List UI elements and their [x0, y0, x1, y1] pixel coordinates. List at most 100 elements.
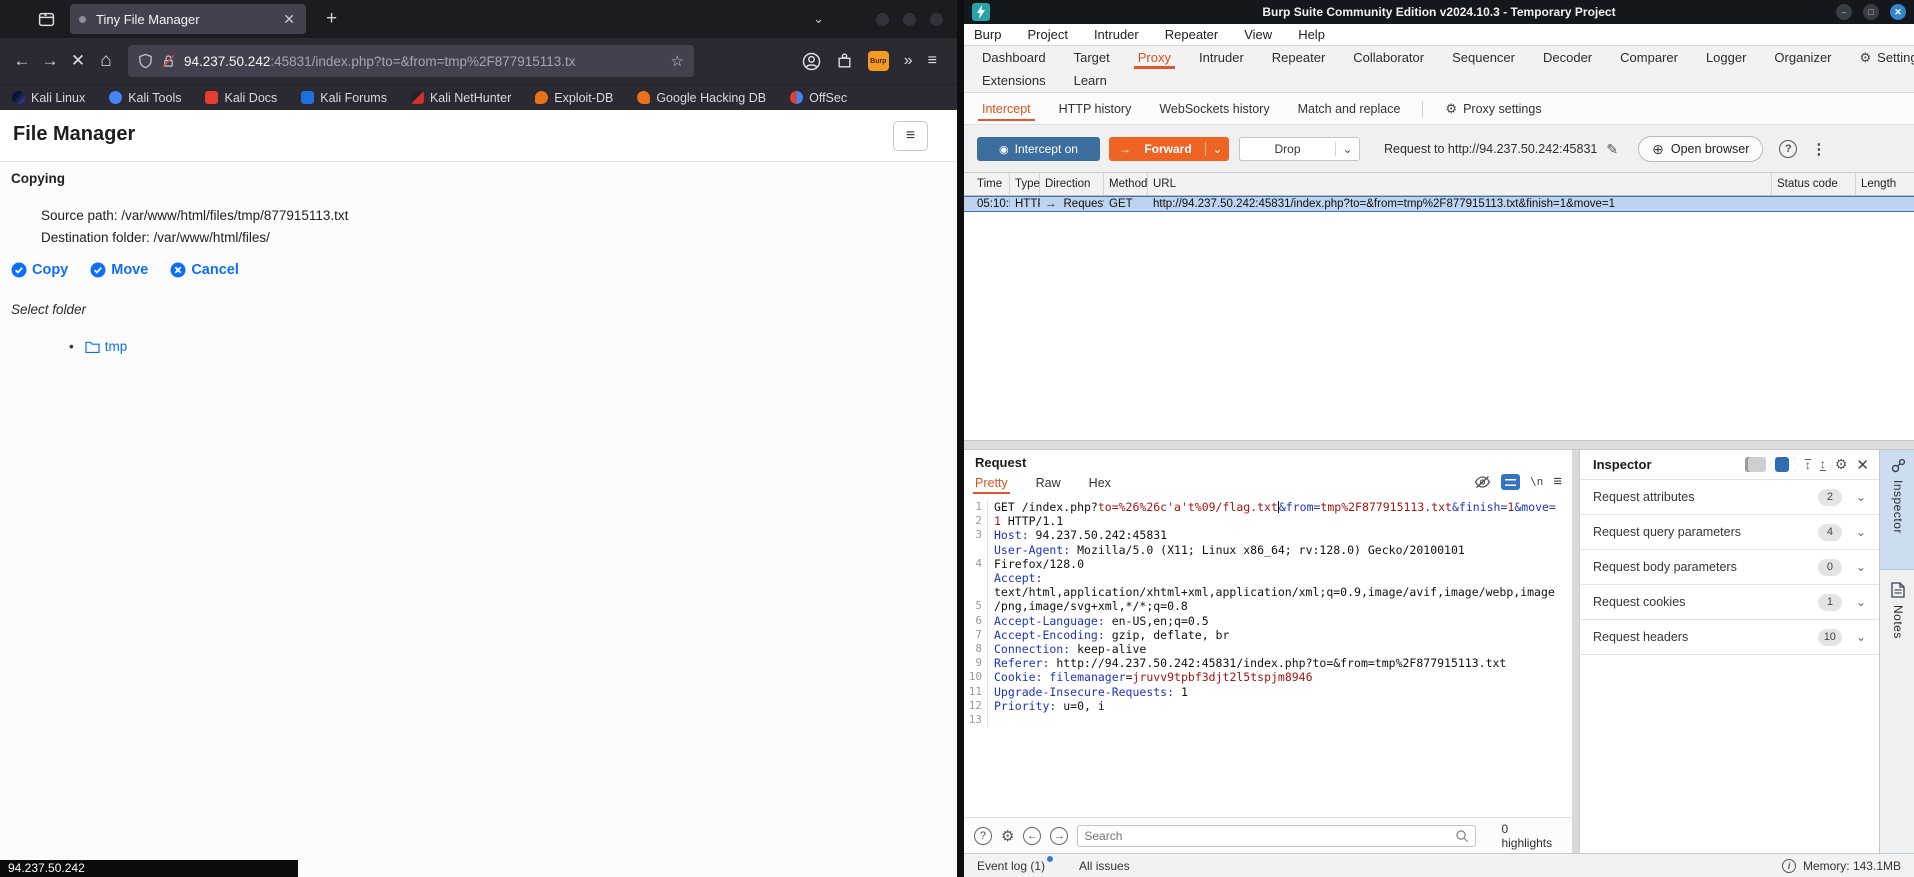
- inspector-close-icon[interactable]: ✕: [1856, 456, 1869, 474]
- folder-link[interactable]: tmp: [105, 339, 128, 354]
- horizontal-splitter[interactable]: [964, 440, 1914, 450]
- editor-line[interactable]: text/html,application/xhtml+xml,applicat…: [964, 585, 1572, 600]
- sidebar-toggle-icon[interactable]: [34, 7, 58, 31]
- tab-sequencer[interactable]: Sequencer: [1438, 46, 1529, 69]
- col-status-code[interactable]: Status code: [1772, 173, 1856, 195]
- col-length[interactable]: Length: [1856, 173, 1914, 195]
- col-direction[interactable]: Direction: [1040, 173, 1104, 195]
- bookmark-kali-tools[interactable]: Kali Tools: [109, 91, 181, 105]
- burp-extension-icon[interactable]: Burp: [867, 51, 889, 71]
- bookmark-kali-nethunter[interactable]: Kali NetHunter: [410, 91, 511, 105]
- editor-line[interactable]: 3 Host: 94.237.50.242:45831: [964, 528, 1572, 543]
- forward-dropdown-chevron[interactable]: ⌄: [1205, 142, 1229, 156]
- tab-extensions[interactable]: Extensions: [968, 69, 1060, 92]
- back-button[interactable]: ←: [8, 47, 36, 75]
- browser-tab[interactable]: Tiny File Manager ✕: [70, 4, 306, 34]
- tab-comparer[interactable]: Comparer: [1606, 46, 1692, 69]
- bookmark-offsec[interactable]: OffSec: [790, 91, 847, 105]
- editor-line[interactable]: 6 Accept-Language: en-US,en;q=0.5: [964, 613, 1572, 628]
- editor-line[interactable]: 8 Connection: keep-alive: [964, 642, 1572, 657]
- info-icon[interactable]: i: [1781, 858, 1796, 873]
- bookmark-google-hacking-db[interactable]: Google Hacking DB: [637, 91, 766, 105]
- menu-project[interactable]: Project: [1027, 27, 1067, 42]
- inspector-row-cookies[interactable]: Request cookies 1 ⌄: [1580, 585, 1879, 620]
- inspector-row-request-attributes[interactable]: Request attributes 2 ⌄: [1580, 480, 1879, 515]
- burp-close-button[interactable]: ✕: [1890, 4, 1906, 20]
- editor-line[interactable]: 1 GET /index.php?to=%26%26c'a't%09/flag.t…: [964, 500, 1572, 515]
- chevron-down-icon[interactable]: ⌄: [1856, 630, 1866, 644]
- event-log-link[interactable]: Event log (1): [977, 855, 1054, 873]
- layout-split-column-icon[interactable]: [1774, 457, 1796, 472]
- tab-collaborator[interactable]: Collaborator: [1339, 46, 1438, 69]
- inspector-settings-gear-icon[interactable]: ⚙: [1835, 456, 1848, 473]
- browser-minimize-button[interactable]: [876, 12, 889, 26]
- open-browser-button[interactable]: ⊕ Open browser: [1638, 136, 1764, 162]
- editor-line[interactable]: 4 Firefox/128.0: [964, 556, 1572, 572]
- col-url[interactable]: URL: [1148, 173, 1772, 195]
- tab-decoder[interactable]: Decoder: [1529, 46, 1606, 69]
- col-method[interactable]: Method: [1104, 173, 1148, 195]
- app-menu-icon[interactable]: ≡: [928, 52, 937, 70]
- chevron-down-icon[interactable]: ⌄: [1856, 490, 1866, 504]
- subtab-proxy-settings[interactable]: ⚙ Proxy settings: [1431, 93, 1555, 124]
- editor-line[interactable]: Accept:: [964, 571, 1572, 586]
- browser-maximize-button[interactable]: [903, 12, 916, 26]
- help-icon[interactable]: ?: [1779, 140, 1798, 158]
- inspector-row-body-parameters[interactable]: Request body parameters 0 ⌄: [1580, 550, 1879, 585]
- side-tab-inspector[interactable]: Inspector: [1880, 450, 1914, 570]
- editor-line[interactable]: 10 Cookie: filemanager=jruvv9tpbf3djt2l5t…: [964, 670, 1572, 685]
- list-all-tabs-icon[interactable]: ⌄: [813, 11, 824, 27]
- home-button[interactable]: ⌂: [92, 47, 120, 75]
- all-issues-link[interactable]: All issues: [1079, 859, 1130, 873]
- intercept-toggle-button[interactable]: ◉ Intercept on: [977, 137, 1100, 161]
- bookmark-kali-docs[interactable]: Kali Docs: [205, 91, 277, 105]
- edit-pencil-icon[interactable]: ✎: [1606, 141, 1618, 158]
- expand-all-icon[interactable]: ↕: [1819, 458, 1826, 471]
- subtab-http-history[interactable]: HTTP history: [1045, 93, 1146, 124]
- bookmark-kali-forums[interactable]: Kali Forums: [301, 91, 387, 105]
- copy-link[interactable]: Copy: [11, 262, 68, 278]
- editor-help-icon[interactable]: ?: [974, 826, 992, 845]
- shield-icon[interactable]: [138, 53, 153, 69]
- pretty-print-toggle-icon[interactable]: [1500, 473, 1520, 490]
- bookmark-exploit-db[interactable]: Exploit-DB: [535, 91, 613, 105]
- cancel-link[interactable]: Cancel: [170, 262, 239, 278]
- burp-minimize-button[interactable]: –: [1836, 4, 1852, 20]
- col-type[interactable]: Type: [1010, 173, 1040, 195]
- tab-raw[interactable]: Raw: [1036, 476, 1061, 494]
- editor-line[interactable]: 13: [964, 713, 1572, 728]
- stop-button[interactable]: ✕: [64, 47, 92, 75]
- editor-line[interactable]: 5/png,image/svg+xml,*/*;q=0.8: [964, 599, 1572, 614]
- insecure-lock-icon[interactable]: [161, 53, 176, 69]
- inspector-row-headers[interactable]: Request headers 10 ⌄: [1580, 620, 1879, 655]
- menu-repeater[interactable]: Repeater: [1165, 27, 1218, 42]
- chevron-down-icon[interactable]: ⌄: [1856, 525, 1866, 539]
- table-row-selected[interactable]: 05:10:5... HTTP →Request GET http://94.2…: [964, 196, 1914, 212]
- forward-button[interactable]: → Forward ⌄: [1109, 137, 1229, 161]
- editor-line[interactable]: User-Agent: Mozilla/5.0 (X11; Linux x86_…: [964, 542, 1572, 557]
- tab-target[interactable]: Target: [1060, 46, 1124, 69]
- overflow-menu-icon[interactable]: »: [904, 52, 913, 70]
- subtab-match-and-replace[interactable]: Match and replace: [1284, 93, 1415, 124]
- next-match-icon[interactable]: →: [1050, 826, 1069, 845]
- editor-search-box[interactable]: [1077, 824, 1477, 847]
- tab-repeater[interactable]: Repeater: [1258, 46, 1339, 69]
- tab-logger[interactable]: Logger: [1692, 46, 1760, 69]
- editor-line[interactable]: 7 Accept-Encoding: gzip, deflate, br: [964, 627, 1572, 643]
- tab-organizer[interactable]: Organizer: [1760, 46, 1845, 69]
- editor-search-input[interactable]: [1084, 828, 1456, 843]
- layout-single-column-icon[interactable]: [1744, 457, 1766, 472]
- tab-intruder[interactable]: Intruder: [1185, 46, 1258, 69]
- subtab-websockets-history[interactable]: WebSockets history: [1145, 93, 1283, 124]
- tab-hex[interactable]: Hex: [1089, 476, 1111, 494]
- burp-maximize-button[interactable]: □: [1863, 4, 1879, 20]
- new-tab-button[interactable]: +: [320, 8, 343, 30]
- folder-list-item[interactable]: • tmp: [69, 339, 127, 354]
- menu-burp[interactable]: Burp: [974, 27, 1001, 42]
- forward-button[interactable]: →: [36, 47, 64, 75]
- menu-view[interactable]: View: [1244, 27, 1272, 42]
- account-icon[interactable]: [802, 52, 821, 71]
- tab-learn[interactable]: Learn: [1060, 69, 1121, 92]
- prev-match-icon[interactable]: ←: [1023, 826, 1042, 845]
- bookmark-star-icon[interactable]: ☆: [671, 52, 684, 70]
